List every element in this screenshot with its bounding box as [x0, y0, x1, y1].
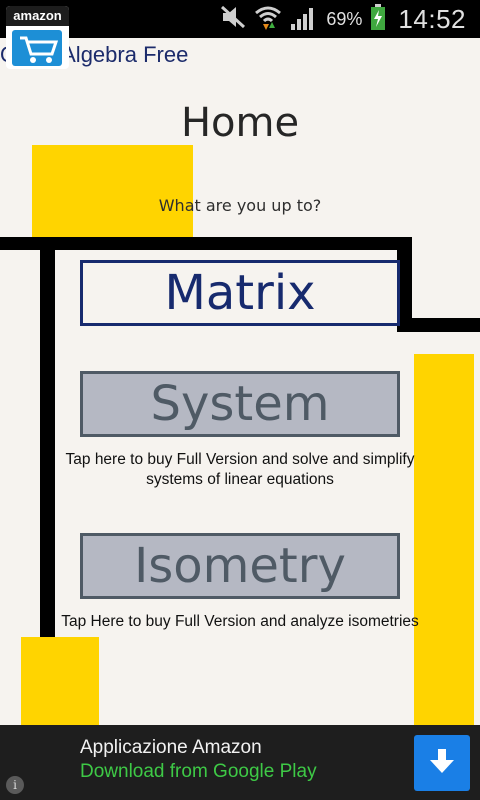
- amazon-cart-icon: [12, 30, 62, 66]
- ad-subtitle[interactable]: Download from Google Play: [80, 761, 317, 783]
- isometry-upgrade-note[interactable]: Tap Here to buy Full Version and analyze…: [60, 612, 420, 632]
- signal-icon: [290, 4, 318, 35]
- clock: 14:52: [398, 3, 466, 34]
- isometry-button[interactable]: Isometry: [80, 533, 400, 599]
- download-arrow-icon: [427, 746, 457, 781]
- matrix-button[interactable]: Matrix: [80, 260, 400, 326]
- decor-black-line-top: [0, 237, 412, 250]
- amazon-app-logo[interactable]: amazon: [6, 6, 69, 69]
- wifi-icon: [254, 4, 282, 35]
- status-bar: 69% 14:52: [0, 0, 480, 38]
- decor-yellow-block-right: [414, 354, 474, 725]
- decor-yellow-block-top: [32, 145, 193, 240]
- page-subtitle: What are you up to?: [158, 196, 322, 215]
- ad-title[interactable]: Applicazione Amazon: [80, 737, 262, 759]
- page-title: Home: [180, 100, 300, 146]
- battery-percent: 69%: [326, 8, 363, 29]
- system-button[interactable]: System: [80, 371, 400, 437]
- amazon-logo-text: amazon: [6, 6, 69, 26]
- info-icon[interactable]: i: [6, 776, 24, 794]
- battery-charging-icon: [370, 3, 386, 35]
- decor-yellow-block-bottom: [21, 637, 99, 725]
- system-upgrade-note[interactable]: Tap here to buy Full Version and solve a…: [60, 450, 420, 490]
- status-icons: 69% 14:52: [220, 0, 466, 38]
- decor-black-line-step: [397, 318, 480, 332]
- mute-icon: [220, 5, 246, 34]
- download-button[interactable]: [414, 735, 470, 791]
